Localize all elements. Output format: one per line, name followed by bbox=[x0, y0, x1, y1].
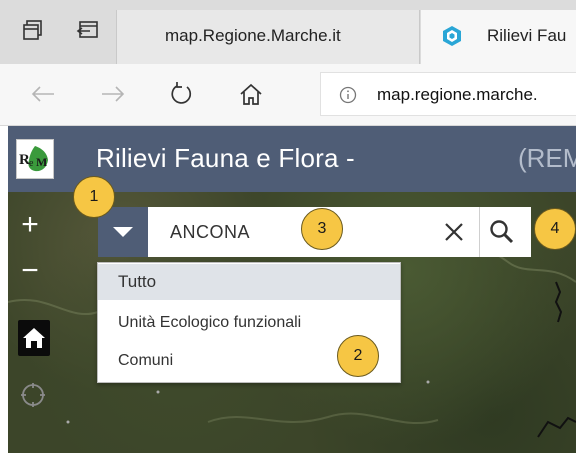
tab-rilievi-fauna[interactable]: Rilievi Fau bbox=[421, 10, 576, 64]
callout-badge-2: 2 bbox=[337, 335, 379, 377]
info-icon[interactable] bbox=[339, 86, 357, 104]
callout-badge-1: 1 bbox=[73, 176, 115, 218]
browser-tab-bar: map.Regione.Marche.it Rilievi Fau bbox=[0, 0, 576, 64]
back-arrow-icon[interactable] bbox=[28, 79, 58, 109]
search-divider bbox=[479, 207, 480, 257]
home-icon bbox=[23, 328, 45, 348]
refresh-icon[interactable] bbox=[166, 79, 196, 109]
callout-badge-3: 3 bbox=[301, 208, 343, 250]
zoom-out-button[interactable]: − bbox=[16, 256, 44, 286]
zoom-in-button[interactable]: + bbox=[16, 210, 44, 240]
set-tabs-aside-icon[interactable] bbox=[76, 18, 100, 42]
app-title: Rilievi Fauna e Flora - bbox=[96, 143, 355, 173]
address-url: map.regione.marche. bbox=[377, 85, 538, 104]
rem-logo: R e M bbox=[16, 139, 54, 179]
menu-item-tutto[interactable]: Tutto bbox=[98, 264, 400, 300]
tab-title: Rilievi Fau bbox=[487, 26, 567, 45]
tab-list-icon[interactable] bbox=[22, 18, 46, 42]
app-subtitle: (REM bbox=[518, 143, 576, 173]
locate-icon[interactable] bbox=[20, 382, 46, 408]
svg-text:e: e bbox=[29, 158, 34, 169]
callout-badge-4: 4 bbox=[534, 208, 576, 250]
default-extent-button[interactable] bbox=[18, 320, 50, 356]
tab-title: map.Regione.Marche.it bbox=[165, 26, 341, 45]
caret-down-icon bbox=[113, 227, 133, 237]
search-input[interactable] bbox=[148, 207, 438, 257]
search-icon[interactable] bbox=[488, 218, 516, 246]
address-bar[interactable]: map.regione.marche. bbox=[320, 72, 576, 116]
forward-arrow-icon[interactable] bbox=[98, 79, 128, 109]
clear-icon[interactable] bbox=[442, 220, 466, 244]
app-favicon-icon bbox=[441, 25, 463, 47]
tab-map-regione-marche[interactable]: map.Regione.Marche.it bbox=[116, 10, 420, 64]
home-icon[interactable] bbox=[236, 79, 266, 109]
svg-text:M: M bbox=[36, 155, 47, 169]
browser-nav-bar: map.regione.marche. bbox=[0, 64, 576, 126]
